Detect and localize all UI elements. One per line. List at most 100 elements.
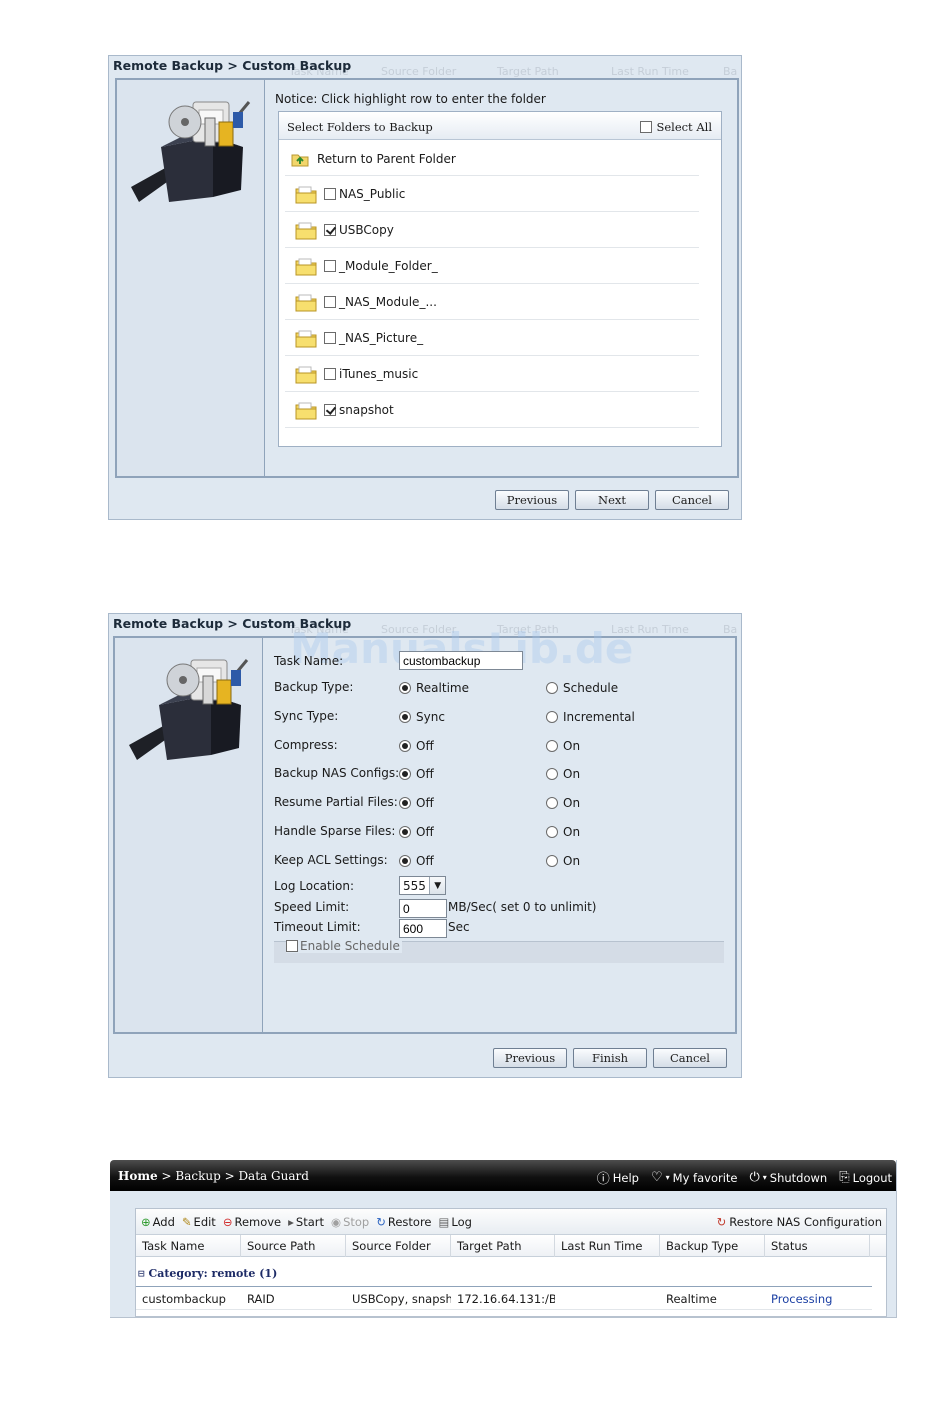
option-radio[interactable]: On [546, 767, 580, 781]
radio-button[interactable] [546, 682, 558, 694]
restore-nas-config-button[interactable]: ↻ Restore NAS Configuration [717, 1215, 882, 1229]
timeout-input[interactable] [399, 919, 447, 938]
folder-checkbox[interactable] [324, 260, 336, 272]
option-radio[interactable]: Off [399, 767, 434, 781]
log-button[interactable]: ▤ Log [439, 1215, 472, 1229]
option-radio[interactable]: On [546, 739, 580, 753]
col-target-path[interactable]: Target Path [451, 1235, 555, 1257]
category-group[interactable]: ⊟ Category: remote (1) [138, 1267, 277, 1280]
heart-icon: ♡ [650, 1170, 663, 1185]
radio-button[interactable] [399, 854, 411, 867]
enable-schedule-toggle[interactable]: Enable Schedule [286, 939, 402, 953]
radio-button[interactable] [399, 826, 411, 838]
radio-button[interactable] [399, 739, 411, 752]
col-source-path[interactable]: Source Path [241, 1235, 346, 1257]
col-backup-type[interactable]: Backup Type [660, 1235, 765, 1257]
radio-button[interactable] [399, 710, 411, 723]
folder-select-dialog: Task Name Source Folder Target Path Last… [108, 55, 742, 520]
log-location-select[interactable]: 555 ▼ [399, 876, 446, 895]
top-tools: ⓘ Help ♡ ▾ My favorite ⏻ ▾ Shutdown ⎘ Logout [597, 1168, 892, 1187]
folder-checkbox[interactable] [324, 332, 336, 344]
enable-schedule-checkbox[interactable] [286, 940, 298, 952]
folder-row[interactable]: _NAS_Module_... [285, 285, 699, 320]
stop-button[interactable]: ◉ Stop [331, 1215, 369, 1229]
finish-button[interactable]: Finish [573, 1048, 647, 1068]
option-radio[interactable]: On [546, 854, 580, 868]
col-last-run[interactable]: Last Run Time [555, 1235, 660, 1257]
radio-button[interactable] [399, 682, 411, 694]
folder-checkbox[interactable] [324, 404, 336, 416]
radio-label: On [563, 825, 581, 839]
help-icon: ⓘ [596, 1172, 610, 1187]
folder-row[interactable]: USBCopy [285, 213, 699, 248]
folder-icon [295, 256, 317, 276]
restore-button[interactable]: ↻ Restore [376, 1215, 431, 1229]
add-button[interactable]: ⊕ Add [141, 1215, 175, 1229]
chevron-down-icon[interactable]: ▼ [429, 877, 445, 894]
option-radio[interactable]: Off [399, 739, 434, 753]
option-radio[interactable]: On [546, 825, 580, 839]
folder-checkbox[interactable] [324, 224, 336, 236]
logout-label: Logout [852, 1170, 892, 1185]
cancel-button[interactable]: Cancel [655, 490, 729, 510]
shutdown-link[interactable]: ⏻ ▾ Shutdown [749, 1168, 827, 1187]
radio-button[interactable] [546, 739, 558, 752]
folder-row[interactable]: _Module_Folder_ [285, 249, 699, 284]
return-parent-label: Return to Parent Folder [317, 151, 456, 166]
option-radio[interactable]: Off [399, 825, 434, 839]
next-button[interactable]: Next [575, 490, 649, 510]
edit-button[interactable]: ✎ Edit [182, 1215, 216, 1229]
option-radio[interactable]: Incremental [546, 710, 635, 724]
remove-button[interactable]: ⊖ Remove [223, 1215, 281, 1229]
restore-icon: ↻ [376, 1215, 386, 1229]
folder-checkbox[interactable] [324, 296, 336, 308]
folder-checkbox[interactable] [324, 368, 336, 380]
radio-label: Schedule [563, 681, 619, 695]
option-label: Compress: [274, 737, 338, 752]
task-name-input[interactable] [399, 651, 523, 670]
cancel-button[interactable]: Cancel [653, 1048, 727, 1068]
logout-link[interactable]: ⎘ Logout [839, 1168, 892, 1187]
select-all-toggle[interactable]: Select All [640, 120, 712, 134]
option-radio[interactable]: Off [399, 854, 434, 868]
option-radio[interactable]: Sync [399, 710, 445, 724]
radio-button[interactable] [546, 768, 558, 781]
start-label: Start [295, 1215, 325, 1229]
option-radio[interactable]: Realtime [399, 681, 469, 695]
folder-row[interactable]: _NAS_Picture_ [285, 321, 699, 356]
return-parent-row[interactable]: Return to Parent Folder [285, 142, 699, 176]
option-radio[interactable]: Off [399, 796, 434, 810]
remove-label: Remove [234, 1215, 282, 1229]
radio-button[interactable] [546, 826, 558, 838]
help-link[interactable]: ⓘ Help [596, 1168, 639, 1188]
folder-row[interactable]: iTunes_music [285, 357, 699, 392]
radio-button[interactable] [399, 797, 411, 810]
add-label: Add [152, 1215, 175, 1229]
ghost-header-target: Target Path [497, 65, 559, 78]
previous-button[interactable]: Previous [495, 490, 569, 510]
option-radio[interactable]: On [546, 796, 580, 810]
option-radio[interactable]: Schedule [546, 681, 618, 695]
speed-limit-input[interactable] [399, 899, 447, 918]
select-all-checkbox[interactable] [640, 121, 653, 133]
breadcrumb-backup[interactable]: Backup [175, 1169, 220, 1183]
col-status[interactable]: Status [765, 1235, 870, 1257]
radio-button[interactable] [546, 797, 558, 810]
start-button[interactable]: ▸ Start [288, 1215, 324, 1229]
collapse-icon[interactable]: ⊟ [138, 1267, 145, 1280]
folder-checkbox[interactable] [324, 188, 336, 200]
col-task-name[interactable]: Task Name [136, 1235, 241, 1257]
radio-button[interactable] [546, 854, 558, 867]
col-source-folder[interactable]: Source Folder [346, 1235, 451, 1257]
favorite-link[interactable]: ♡ ▾ My favorite [651, 1168, 738, 1187]
radio-button[interactable] [546, 710, 558, 723]
table-row[interactable]: custombackup RAID USBCopy, snapshot 172.… [136, 1288, 872, 1310]
folder-name: snapshot [339, 403, 394, 417]
illustration-panel [115, 638, 263, 1032]
folder-row[interactable]: NAS_Public [285, 177, 699, 212]
radio-button[interactable] [399, 768, 411, 781]
folder-row[interactable]: snapshot [285, 393, 699, 428]
radio-label: Off [416, 767, 434, 782]
previous-button[interactable]: Previous [493, 1048, 567, 1068]
breadcrumb-home[interactable]: Home [118, 1169, 158, 1183]
